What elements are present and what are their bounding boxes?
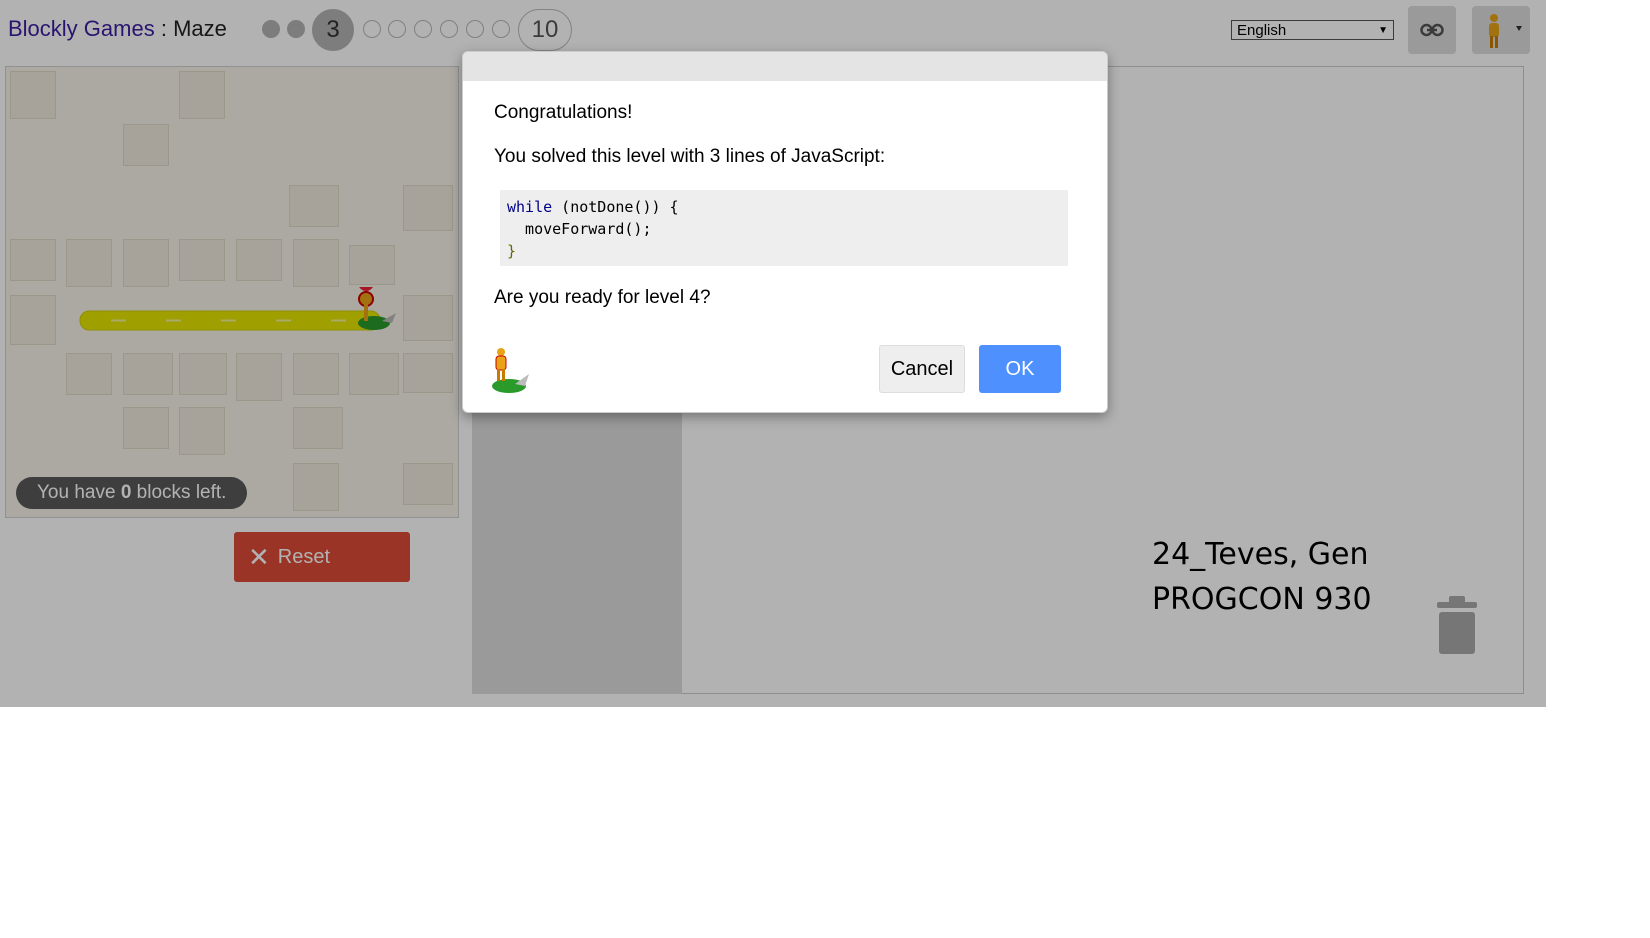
code-box: while (notDone()) { moveForward(); } [500, 190, 1068, 266]
code-line-1-rest: (notDone()) { [552, 198, 679, 216]
dialog-title: Congratulations! [494, 102, 633, 123]
app-window: Blockly Games : Maze 3 10 English ▼ You … [0, 0, 1546, 707]
code-keyword: while [507, 198, 553, 216]
pegman-icon [492, 348, 529, 393]
ok-button[interactable]: OK [979, 345, 1061, 393]
congratulations-dialog: Congratulations! You solved this level w… [462, 51, 1108, 413]
dialog-message: You solved this level with 3 lines of Ja… [494, 146, 886, 167]
dialog-header[interactable] [463, 52, 1107, 81]
cancel-button[interactable]: Cancel [879, 345, 965, 393]
code-line-3: } [507, 242, 517, 260]
code-line-1: while (notDone()) { [507, 196, 1061, 218]
code-line-2: moveForward(); [507, 220, 652, 238]
dialog-question: Are you ready for level 4? [494, 287, 711, 308]
